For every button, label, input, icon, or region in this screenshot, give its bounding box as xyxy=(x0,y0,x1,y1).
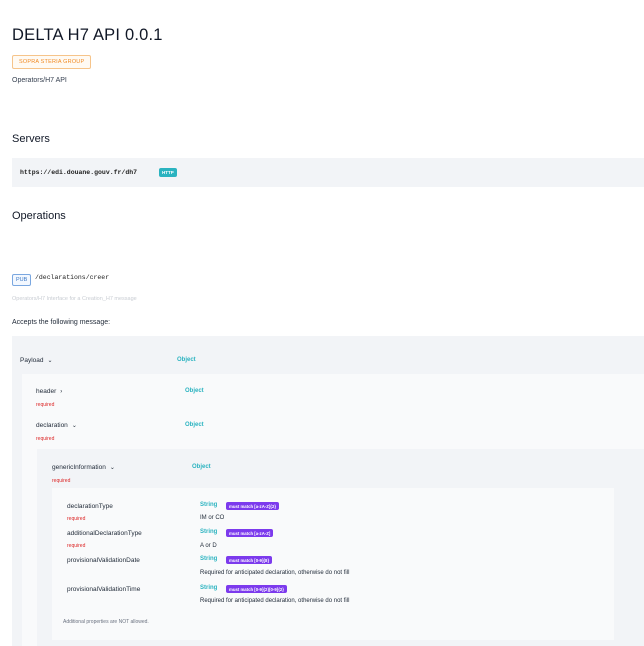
field-description: Required for anticipated declaration, ot… xyxy=(200,570,350,576)
operation-description: Operators/H7 Interface for a Creation_H7… xyxy=(12,296,137,302)
generic-information-name: genericInformation xyxy=(52,464,106,471)
field-description: A or D xyxy=(200,543,217,549)
payload-name: Payload xyxy=(20,357,44,364)
declaration-required: required xyxy=(36,436,55,442)
field-required: required xyxy=(67,543,86,549)
generic-information-type: Object xyxy=(192,464,211,470)
generic-information-properties-panel xyxy=(52,488,614,640)
declaration-name: declaration xyxy=(36,422,68,429)
chevron-down-icon: ⌄ xyxy=(71,423,77,429)
generic-information-toggle[interactable]: genericInformation ⌄ xyxy=(52,464,115,471)
pattern-badge: must match [a-zA-Z]{2} xyxy=(226,502,280,510)
operations-heading: Operations xyxy=(12,210,66,222)
api-title: DELTA H7 API 0.0.1 xyxy=(12,26,163,44)
chevron-down-icon: ⌄ xyxy=(47,358,53,364)
field-name: additionalDeclarationType xyxy=(67,530,142,537)
api-description: Operators/H7 API xyxy=(12,77,67,84)
additional-properties-note: Additional properties are NOT allowed. xyxy=(63,619,149,625)
header-toggle[interactable]: header › xyxy=(36,388,62,395)
field-type: String xyxy=(200,502,218,508)
accepts-message-label: Accepts the following message: xyxy=(12,319,111,326)
server-url[interactable]: https://edi.douane.gouv.fr/dh7 xyxy=(20,169,137,176)
chevron-right-icon: › xyxy=(60,389,63,395)
pattern-badge: must match [0-9]{2}[0-9]{2} xyxy=(226,585,287,593)
field-type: String xyxy=(200,556,218,562)
field-description: IM or CO xyxy=(200,515,225,521)
field-required: required xyxy=(67,516,86,522)
protocol-badge: HTTP xyxy=(159,168,177,177)
header-type: Object xyxy=(185,388,204,394)
operation-type-badge: PUB xyxy=(12,274,32,286)
pattern-badge: must match [0-9]{8} xyxy=(226,556,273,564)
field-name: provisionalValidationDate xyxy=(67,557,140,564)
pattern-badge: must match [a-zA-Z] xyxy=(226,529,274,537)
org-badge: SOPRA STERIA GROUP xyxy=(12,55,92,69)
header-name: header xyxy=(36,388,57,395)
declaration-type: Object xyxy=(185,422,204,428)
declaration-toggle[interactable]: declaration ⌄ xyxy=(36,422,77,429)
chevron-down-icon: ⌄ xyxy=(109,465,115,471)
header-required: required xyxy=(36,402,55,408)
field-name: declarationType xyxy=(67,503,113,510)
servers-heading: Servers xyxy=(12,133,50,145)
payload-toggle[interactable]: Payload ⌄ xyxy=(20,357,53,364)
field-type: String xyxy=(200,529,218,535)
field-type: String xyxy=(200,585,218,591)
generic-information-required: required xyxy=(52,478,71,484)
field-name: provisionalValidationTime xyxy=(67,586,141,593)
operation-path[interactable]: /declarations/creer xyxy=(35,274,109,281)
field-description: Required for anticipated declaration, ot… xyxy=(200,598,350,604)
payload-type: Object xyxy=(177,357,196,363)
